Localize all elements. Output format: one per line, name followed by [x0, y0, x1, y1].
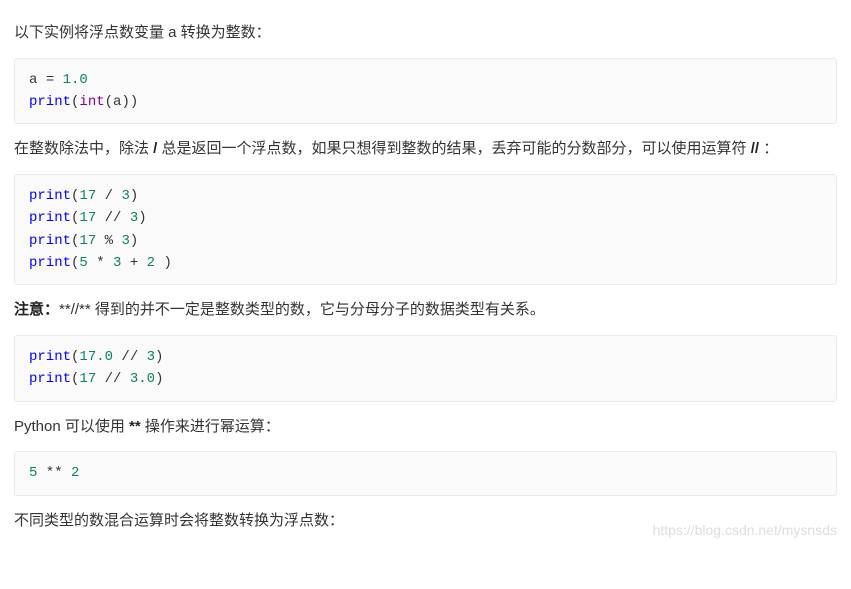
text: 在整数除法中，除法: [14, 140, 153, 157]
code-token: int: [79, 94, 104, 110]
code-token: 17: [79, 233, 96, 249]
text: //: [71, 301, 79, 318]
code-token: ): [155, 371, 163, 387]
code-token: 5: [79, 255, 87, 271]
code-token: ): [130, 233, 138, 249]
code-token: 2: [147, 255, 155, 271]
code-token: (a)): [105, 94, 139, 110]
code-token: 1.0: [63, 72, 88, 88]
text: 总是返回一个浮点数，如果只想得到整数的结果，丢弃可能的分数部分，可以使用运算符: [157, 140, 750, 157]
code-token: print: [29, 233, 71, 249]
code-token: 3: [130, 210, 138, 226]
text: 得到的并不一定是整数类型的数，它与分母分子的数据类型有关系。: [91, 301, 545, 318]
bold-op-power: **: [129, 418, 141, 435]
note-label: 注意：: [14, 301, 59, 318]
paragraph-division: 在整数除法中，除法 / 总是返回一个浮点数，如果只想得到整数的结果，丢弃可能的分…: [14, 136, 837, 162]
code-token: 17: [79, 188, 96, 204]
code-token: 17: [79, 371, 96, 387]
code-token: 17.0: [79, 349, 113, 365]
code-token: ): [138, 210, 146, 226]
code-token: print: [29, 94, 71, 110]
code-token: //: [113, 349, 147, 365]
code-token: 17: [79, 210, 96, 226]
text: **: [79, 301, 91, 318]
code-token: +: [121, 255, 146, 271]
code-token: print: [29, 210, 71, 226]
code-token: /: [96, 188, 121, 204]
code-token: ): [130, 188, 138, 204]
code-block-convert: a = 1.0 print(int(a)): [14, 58, 837, 125]
code-token: print: [29, 371, 71, 387]
code-token: 3: [147, 349, 155, 365]
bold-op-floordiv: //: [751, 140, 759, 157]
text: 操作来进行幂运算：: [141, 418, 280, 435]
paragraph-intro-convert: 以下实例将浮点数变量 a 转换为整数：: [14, 20, 837, 46]
code-token: print: [29, 349, 71, 365]
paragraph-mixed-types: 不同类型的数混合运算时会将整数转换为浮点数：: [14, 508, 837, 534]
code-block-division: print(17 / 3) print(17 // 3) print(17 % …: [14, 174, 837, 286]
text: Python 可以使用: [14, 418, 129, 435]
code-token: ): [155, 255, 172, 271]
code-token: a: [29, 72, 46, 88]
code-token: //: [96, 371, 130, 387]
paragraph-power: Python 可以使用 ** 操作来进行幂运算：: [14, 414, 837, 440]
paragraph-note-floordiv: 注意：**//** 得到的并不一定是整数类型的数，它与分母分子的数据类型有关系。: [14, 297, 837, 323]
code-block-floordiv-float: print(17.0 // 3) print(17 // 3.0): [14, 335, 837, 402]
code-token: 3.0: [130, 371, 155, 387]
code-token: print: [29, 255, 71, 271]
code-token: //: [96, 210, 130, 226]
code-token: 3: [121, 188, 129, 204]
text: **: [59, 301, 71, 318]
code-block-power: 5 ** 2: [14, 451, 837, 495]
code-token: =: [46, 72, 63, 88]
code-token: 2: [71, 465, 79, 481]
code-token: print: [29, 188, 71, 204]
code-token: %: [96, 233, 121, 249]
code-token: **: [37, 465, 71, 481]
text: ：: [759, 140, 778, 157]
code-token: *: [88, 255, 113, 271]
code-token: ): [155, 349, 163, 365]
code-token: 3: [121, 233, 129, 249]
